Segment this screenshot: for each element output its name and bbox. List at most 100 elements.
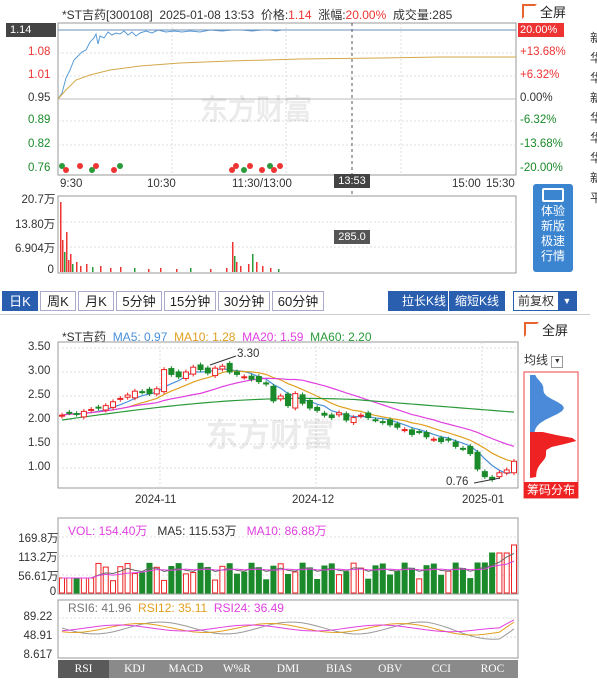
volume-bar (102, 566, 109, 594)
candle-body (59, 414, 65, 417)
candle-body (131, 390, 138, 399)
high-price-label: 3.30 (237, 348, 260, 360)
indicator-tab[interactable]: RSI (58, 660, 110, 678)
candle-body (277, 395, 284, 400)
candle-body (219, 365, 226, 370)
candle-body (285, 393, 291, 407)
rsi6-legend: RSI6: 41.96 (68, 601, 132, 615)
candle-body (372, 419, 379, 422)
indicator-tab[interactable]: BIAS (314, 660, 365, 678)
candle-body (511, 460, 517, 474)
volume-bar (438, 574, 445, 594)
volume-bar (489, 552, 496, 594)
volume-bar (182, 573, 189, 594)
candle-body (248, 375, 255, 380)
candle-body (95, 406, 102, 409)
candle-body (416, 431, 423, 434)
candle-body (459, 447, 466, 450)
vol-ma5-legend: MA5: 115.53万 (157, 524, 237, 538)
candle-body (117, 397, 124, 400)
vol-ma10-legend: MA10: 86.88万 (246, 524, 327, 538)
kline-price-tick: 3.50 (28, 341, 51, 353)
volume-bar (336, 574, 343, 594)
volume-bar (263, 579, 270, 594)
candle-body (452, 441, 459, 447)
volume-bar (343, 571, 350, 594)
candle-body (168, 368, 175, 375)
candle-body (88, 408, 95, 411)
volume-bar (387, 574, 394, 594)
vol-legend: VOL: 154.40万 (68, 524, 148, 538)
candle-body (343, 413, 350, 421)
candle-body (481, 471, 488, 478)
chip-distribution-button[interactable]: 筹码分布 (524, 482, 578, 498)
volume-bar (416, 578, 423, 594)
kline-price-tick: 1.50 (28, 437, 51, 449)
indicator-tab[interactable]: ROC (467, 660, 518, 678)
kline-price-tick: 1.00 (28, 461, 51, 473)
volume-bar (88, 577, 95, 594)
volume-tick: 0 (49, 586, 57, 598)
volume-bar (365, 578, 372, 594)
volume-tick: 113.2万 (18, 552, 58, 564)
kline-price-tick: 3.00 (28, 365, 51, 377)
volume-bar (292, 571, 299, 594)
indicator-tab[interactable]: KDJ (109, 660, 160, 678)
kline-date-tick: 2025-01 (462, 494, 505, 506)
candle-body (204, 367, 211, 374)
kline-price-tick: 2.00 (28, 413, 51, 425)
volume-bar (394, 570, 401, 594)
volume-bar (59, 577, 65, 594)
candle-body (233, 371, 240, 375)
volume-bar (241, 571, 248, 594)
volume-bar (285, 573, 291, 594)
volume-bar (306, 567, 313, 594)
chip-select[interactable]: 均线 ▼ (524, 353, 568, 368)
candle-body (110, 401, 117, 408)
indicator-tab[interactable]: MACD (160, 660, 211, 678)
candle-body (394, 423, 401, 428)
candle-body (423, 432, 430, 438)
candle-body (255, 375, 262, 383)
volume-bar (474, 562, 481, 594)
candle-body (430, 438, 437, 441)
volume-bar (131, 573, 138, 594)
candle-body (226, 362, 233, 373)
candle-body (496, 472, 503, 478)
candle-body (292, 393, 299, 409)
rsi-tick: 48.91 (23, 630, 53, 642)
candle-body (445, 438, 452, 441)
indicator-tab[interactable]: OBV (365, 660, 416, 678)
candle-body (139, 391, 146, 394)
volume-bar (503, 552, 510, 594)
volume-legend: VOL: 154.40万 MA5: 115.53万 MA10: 86.88万 (68, 522, 327, 539)
volume-bar (80, 577, 87, 594)
indicator-tab[interactable]: W%R (211, 660, 262, 678)
indicator-tab[interactable]: DMI (262, 660, 313, 678)
volume-bar (233, 573, 240, 594)
candle-body (153, 388, 160, 395)
rsi-legend: RSI6: 41.96 RSI12: 35.11 RSI24: 36.49 (68, 601, 284, 615)
candle-body (212, 367, 219, 377)
indicator-tab[interactable]: CCI (416, 660, 467, 678)
candle-body (190, 366, 197, 375)
candle-body (357, 414, 364, 417)
candle-body (467, 445, 474, 455)
volume-bar (204, 566, 211, 594)
rsi-tick: 8.617 (23, 649, 53, 661)
volume-bar (459, 568, 466, 594)
kline-price-tick: 2.50 (28, 389, 51, 401)
volume-bar (408, 567, 415, 594)
candle-body (66, 411, 73, 414)
volume-bar (190, 571, 197, 594)
candle-body (438, 437, 445, 443)
candle-body (124, 394, 131, 398)
chevron-down-icon: ▼ (551, 356, 564, 368)
candle-body (146, 388, 153, 395)
volume-bar (139, 572, 146, 594)
candle-body (387, 419, 394, 426)
candle-body (350, 417, 357, 424)
volume-bar (95, 562, 102, 594)
volume-bar (511, 544, 517, 594)
candle-body (241, 376, 248, 379)
